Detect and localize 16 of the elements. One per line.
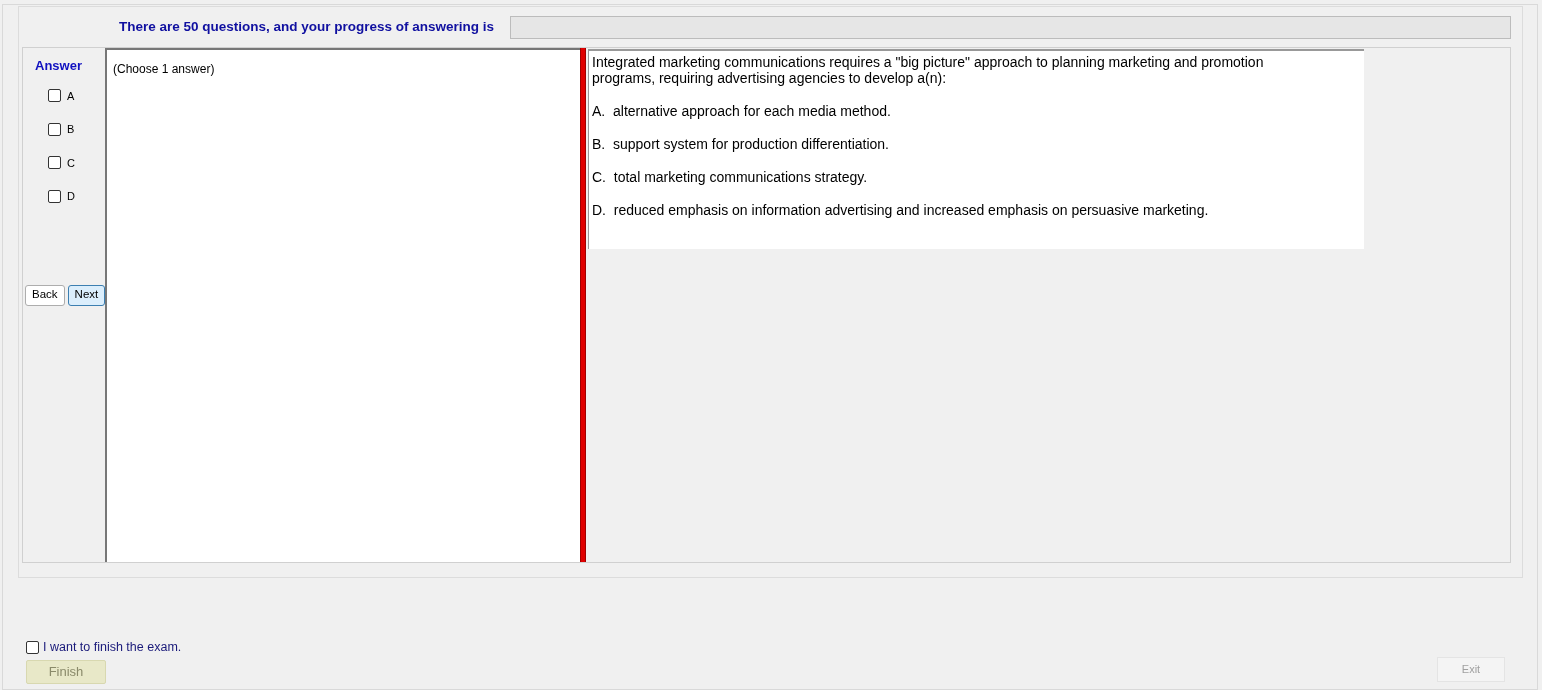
question-text: Integrated marketing communications requires a "big picture" approach to planning marketing and promotion programs, requiring advertising agencies to develop a(n): [592,54,1265,86]
progress-caption: There are 50 questions, and your progress of answering is [119,17,495,36]
option-label[interactable]: B [67,121,75,138]
option-label[interactable]: D [67,188,75,205]
answer-choice-text: B. support system for production differentiation. [592,136,890,152]
checkbox[interactable] [48,89,61,103]
nav-button[interactable]: Back [25,284,65,306]
answer-choice-text: C. total marketing communications strategy. [592,169,869,185]
checkbox[interactable] [48,156,61,170]
answer-choice-text: A. alternative approach for each media method. [592,103,892,119]
instruction-text: (Choose 1 answer) [113,62,215,76]
option-label[interactable]: A [67,87,75,104]
finish-confirm-label[interactable]: I want to finish the exam. [43,638,182,657]
option-label[interactable]: C [67,154,75,171]
answer-heading: Answer [35,57,83,75]
answer-choice-text: D. reduced emphasis on information advertising and increased emphasis on persuasive marketing. [592,202,1210,218]
